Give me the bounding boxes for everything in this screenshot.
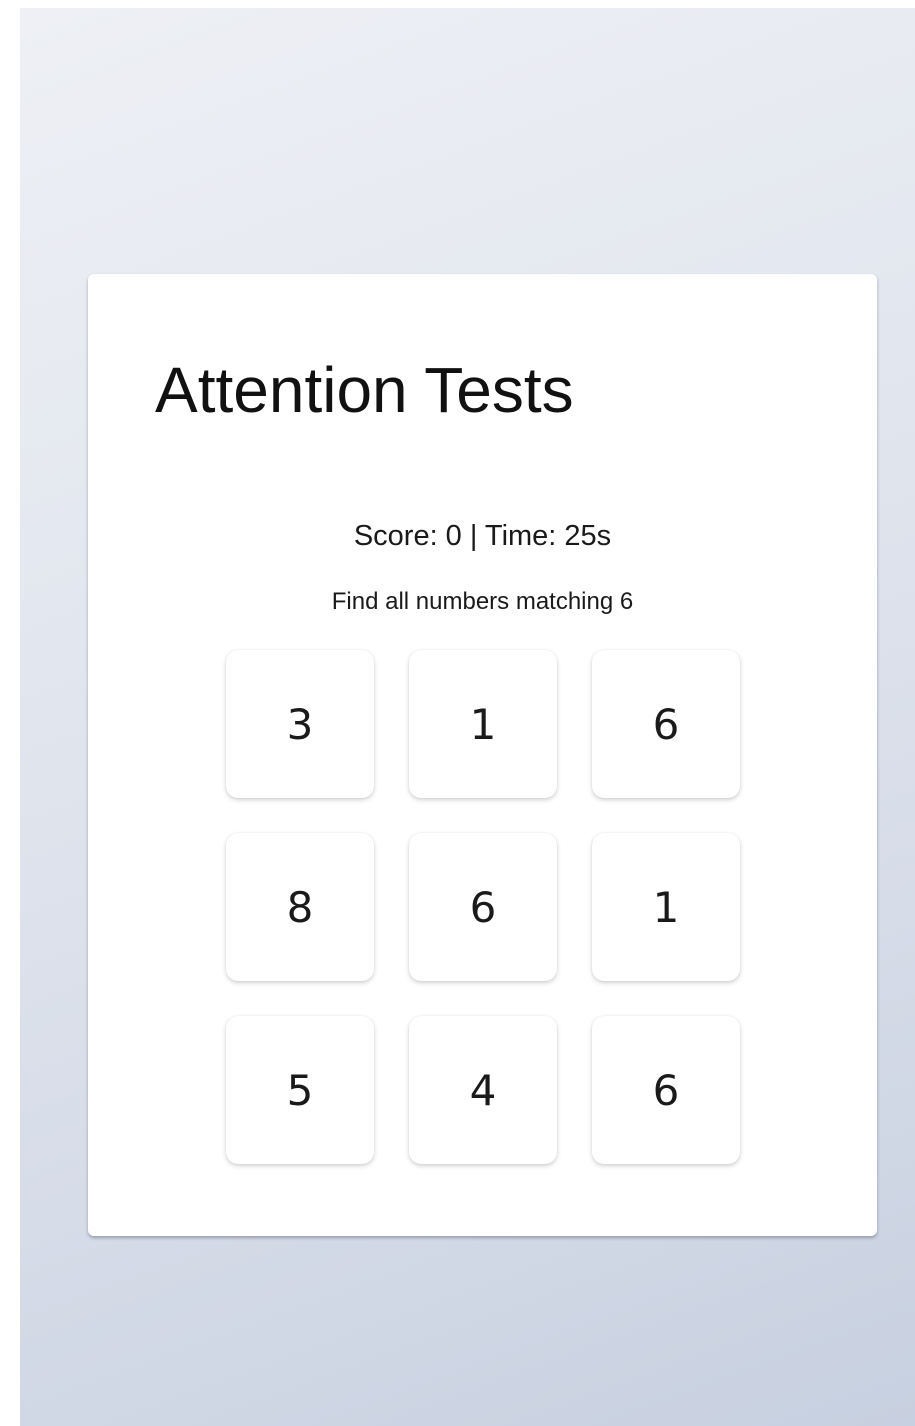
- number-tile[interactable]: 5: [226, 1016, 374, 1164]
- number-grid: 3 1 6 8 6 1 5 4 6: [226, 650, 740, 1164]
- score-time-display: Score: 0 | Time: 25s: [353, 520, 612, 552]
- number-tile[interactable]: 8: [226, 833, 374, 981]
- number-tile[interactable]: 3: [226, 650, 374, 798]
- page-background: Attention Tests Score: 0 | Time: 25s Fin…: [20, 8, 915, 1426]
- number-tile[interactable]: 1: [592, 833, 740, 981]
- number-tile[interactable]: 1: [409, 650, 557, 798]
- number-tile[interactable]: 6: [409, 833, 557, 981]
- number-tile[interactable]: 6: [592, 650, 740, 798]
- page-title: Attention Tests: [155, 354, 574, 426]
- instruction-text: Find all numbers matching 6: [331, 588, 634, 615]
- game-card: Attention Tests Score: 0 | Time: 25s Fin…: [88, 274, 877, 1236]
- number-tile[interactable]: 4: [409, 1016, 557, 1164]
- number-tile[interactable]: 6: [592, 1016, 740, 1164]
